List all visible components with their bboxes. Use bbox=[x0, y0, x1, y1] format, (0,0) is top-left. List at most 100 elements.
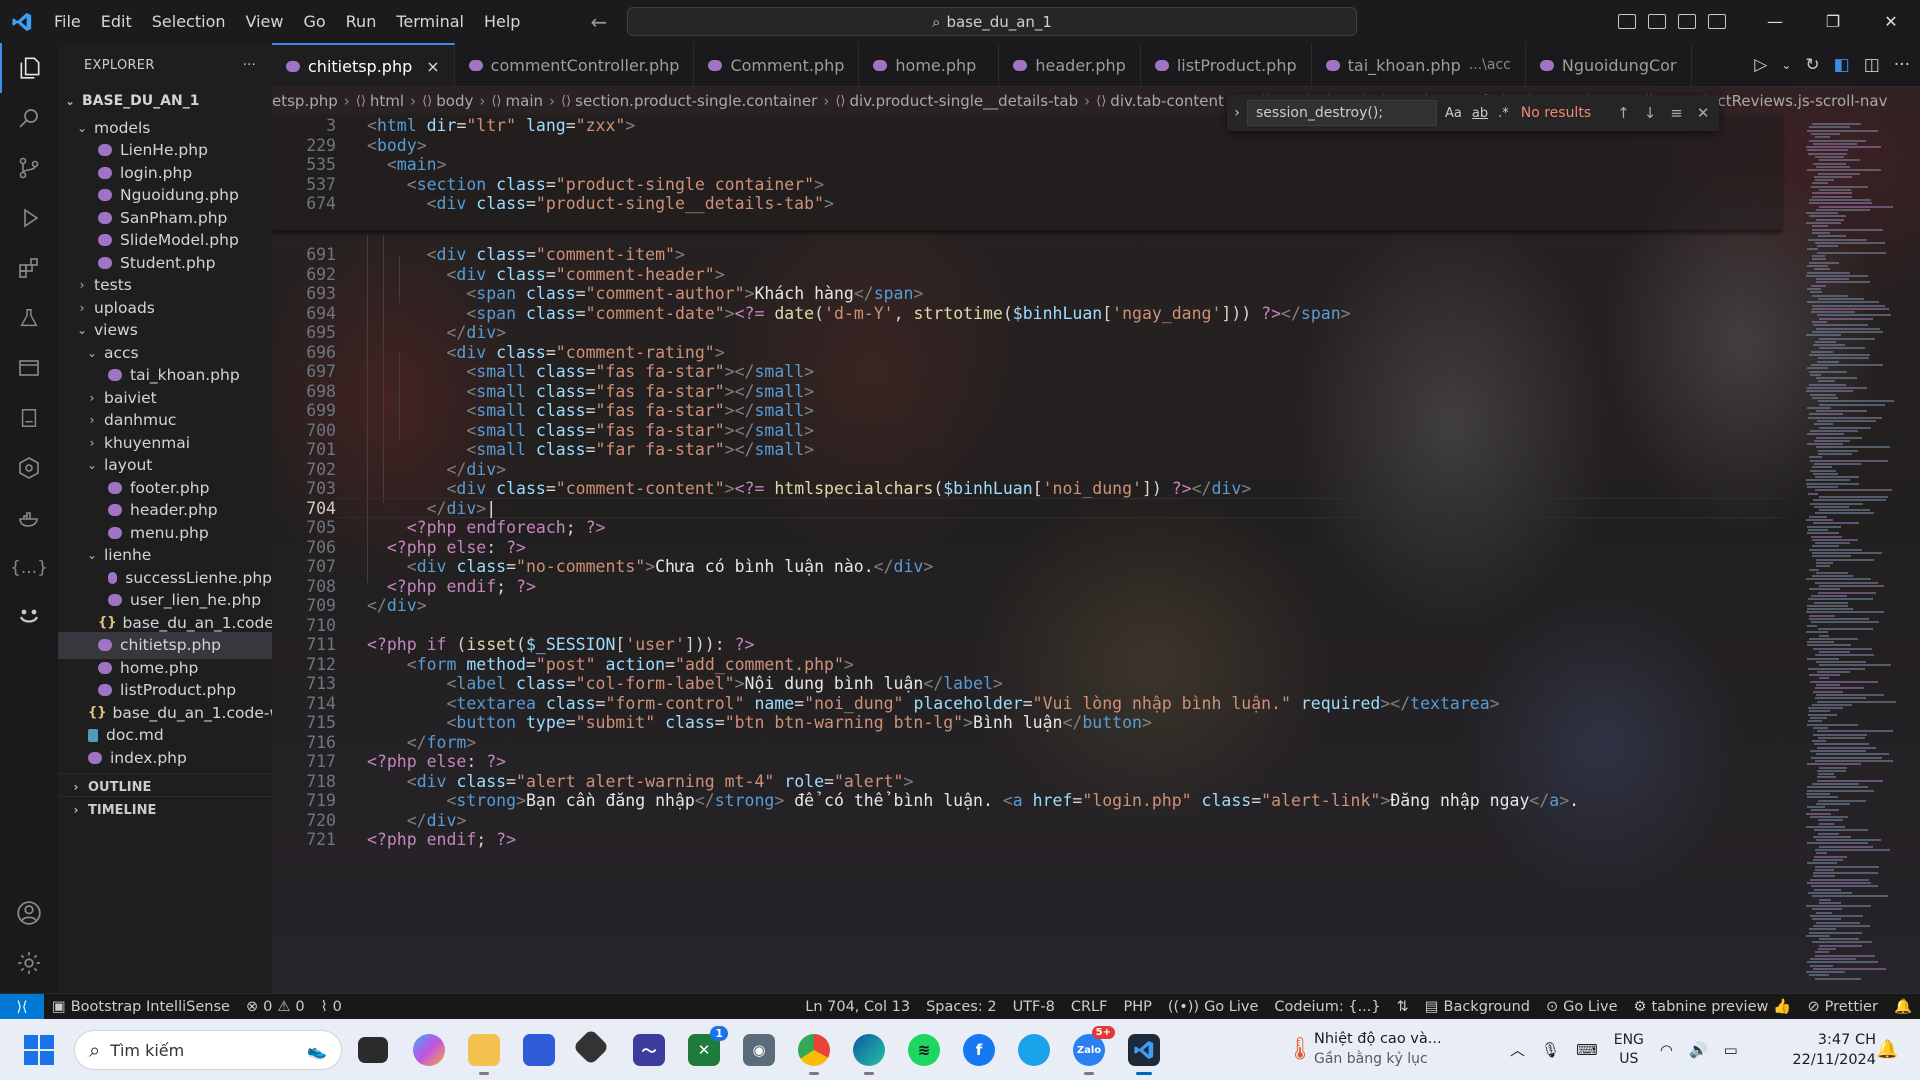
chevron-up-icon[interactable]: ︿ bbox=[1510, 1039, 1525, 1060]
account-icon[interactable] bbox=[0, 888, 58, 938]
microsoft-store-icon[interactable] bbox=[523, 1034, 555, 1066]
camera-icon[interactable]: ◉ bbox=[743, 1034, 775, 1066]
codeium-status[interactable]: Codeium: {...} bbox=[1266, 999, 1388, 1015]
menu-help[interactable]: Help bbox=[474, 0, 530, 43]
code-editor[interactable]: 691 <div class="comment-item"> 692 <div c… bbox=[272, 115, 1802, 993]
editor-tab[interactable]: header.php bbox=[999, 43, 1141, 87]
chat-bubble-icon[interactable] bbox=[1018, 1034, 1050, 1066]
run-debug-icon[interactable] bbox=[0, 193, 58, 243]
ports-status[interactable]: ⌇ 0 bbox=[313, 999, 350, 1015]
editor-tab[interactable]: chitietsp.php × bbox=[272, 43, 455, 87]
breadcrumb-item[interactable]: div.tab-content bbox=[1110, 92, 1224, 110]
bookmark-panel-icon[interactable] bbox=[0, 393, 58, 443]
breadcrumb-item[interactable]: etsp.php bbox=[272, 92, 338, 110]
menu-go[interactable]: Go bbox=[293, 0, 335, 43]
preview-icon[interactable]: ◧ bbox=[1834, 55, 1850, 75]
prettier-status[interactable]: ⊘ Prettier bbox=[1799, 999, 1886, 1015]
copilot-icon[interactable] bbox=[413, 1034, 445, 1066]
menu-run[interactable]: Run bbox=[336, 0, 387, 43]
close-icon[interactable]: × bbox=[426, 57, 439, 76]
microphone-icon[interactable]: 🎙 bbox=[1541, 1041, 1560, 1059]
thermometer-icon[interactable]: 🌡 bbox=[1286, 1037, 1314, 1062]
problems-status[interactable]: ⊗ 0 ⚠ 0 bbox=[238, 999, 313, 1015]
clock[interactable]: 3:47 CH 22/11/2024 bbox=[1786, 1030, 1876, 1070]
match-whole-word-icon[interactable]: ab bbox=[1472, 106, 1488, 121]
file-explorer-icon[interactable] bbox=[468, 1034, 500, 1075]
zalo-icon[interactable]: Zalo 5+ bbox=[1073, 1026, 1115, 1075]
weather-widget[interactable]: Nhiệt độ cao và... Gần bằng kỷ lục bbox=[1314, 1029, 1442, 1069]
extensions-icon[interactable] bbox=[0, 243, 58, 293]
editor-tab[interactable]: listProduct.php bbox=[1141, 43, 1312, 87]
menu-view[interactable]: View bbox=[236, 0, 294, 43]
next-match-icon[interactable]: ↓ bbox=[1644, 104, 1657, 122]
previous-match-icon[interactable]: ↑ bbox=[1617, 104, 1630, 122]
go-live-button[interactable]: ((•)) Go Live bbox=[1160, 999, 1267, 1015]
tabnine-status[interactable]: ⚙ tabnine preview 👍 bbox=[1626, 998, 1800, 1016]
go-live-button-2[interactable]: ⊙ Go Live bbox=[1538, 999, 1625, 1015]
language-indicator[interactable]: ENG US bbox=[1614, 1031, 1644, 1069]
chrome-icon[interactable] bbox=[798, 1034, 830, 1075]
bootstrap-intellisense-status[interactable]: ▣ Bootstrap IntelliSense bbox=[44, 999, 238, 1015]
breadcrumb-item[interactable]: body bbox=[436, 92, 473, 110]
timeline-section[interactable]: › TIMELINE bbox=[58, 796, 272, 823]
breadcrumb-item[interactable]: section.product-single.container bbox=[575, 92, 817, 110]
command-center-search[interactable]: ⌕ base_du_an_1 bbox=[627, 7, 1357, 36]
facebook-icon[interactable]: f bbox=[963, 1034, 995, 1066]
breadcrumb-item[interactable]: main bbox=[506, 92, 543, 110]
sticky-scroll[interactable]: 3 <html dir="ltr" lang="zxx"> 229 <body> 535… bbox=[272, 115, 1782, 230]
menu-edit[interactable]: Edit bbox=[91, 0, 142, 43]
background-toggle[interactable]: ▤ Background bbox=[1417, 999, 1538, 1015]
language-mode[interactable]: PHP bbox=[1115, 999, 1159, 1015]
menu-terminal[interactable]: Terminal bbox=[386, 0, 474, 43]
menu-file[interactable]: File bbox=[44, 0, 91, 43]
find-in-selection-icon[interactable]: ≡ bbox=[1670, 104, 1683, 122]
editor-tab[interactable]: home.php bbox=[859, 43, 1000, 87]
source-control-icon[interactable] bbox=[0, 143, 58, 193]
remote-explorer-icon[interactable] bbox=[0, 343, 58, 393]
cursor-position[interactable]: Ln 704, Col 13 bbox=[797, 999, 918, 1015]
toggle-secondary-sidebar-icon[interactable] bbox=[1678, 14, 1696, 29]
editor-tab[interactable]: tai_khoan.php ...\acc bbox=[1312, 43, 1526, 87]
unity-icon[interactable] bbox=[572, 1028, 610, 1066]
visual-studio-icon[interactable]: 〜 bbox=[633, 1034, 665, 1066]
spotify-icon[interactable]: ≋ bbox=[908, 1034, 940, 1066]
json-braces-icon[interactable]: {...} bbox=[0, 543, 58, 593]
close-window-icon[interactable]: ✕ bbox=[1862, 0, 1920, 43]
remote-indicator-icon[interactable]: ⟩⟨ bbox=[0, 993, 44, 1020]
match-case-icon[interactable]: Aa bbox=[1445, 106, 1462, 121]
minimize-icon[interactable]: — bbox=[1746, 0, 1804, 43]
editor-tab[interactable]: NguoidungCor bbox=[1526, 43, 1692, 87]
smiley-face-icon[interactable] bbox=[0, 593, 58, 643]
minimap[interactable] bbox=[1802, 115, 1920, 993]
settings-gear-icon[interactable] bbox=[0, 938, 58, 988]
customize-layout-icon[interactable] bbox=[1708, 14, 1726, 29]
run-file-icon[interactable]: ▷ bbox=[1754, 55, 1767, 75]
testing-flask-icon[interactable] bbox=[0, 293, 58, 343]
more-actions-icon[interactable]: ··· bbox=[243, 58, 256, 73]
restore-icon[interactable]: ❐ bbox=[1804, 0, 1862, 43]
gitlens-icon[interactable] bbox=[0, 443, 58, 493]
workspace-root[interactable]: ⌄ BASE_DU_AN_1 bbox=[58, 87, 272, 114]
editor-tab[interactable]: commentController.php bbox=[455, 43, 695, 87]
notifications-bell-icon[interactable]: 🔔 bbox=[1886, 998, 1920, 1015]
wifi-icon[interactable]: ◠ bbox=[1660, 1041, 1673, 1059]
xbox-icon[interactable]: ✕ 1 bbox=[688, 1026, 728, 1066]
windows-start-icon[interactable] bbox=[24, 1035, 54, 1065]
toggle-panel-icon[interactable] bbox=[1648, 14, 1666, 29]
breadcrumb-item[interactable]: html bbox=[370, 92, 404, 110]
open-changes-icon[interactable]: ↻ bbox=[1805, 55, 1819, 75]
toggle-replace-icon[interactable]: › bbox=[1227, 105, 1247, 121]
sync-icon[interactable]: ⇅ bbox=[1389, 999, 1417, 1015]
battery-icon[interactable]: ▭ bbox=[1724, 1041, 1738, 1059]
encoding-status[interactable]: UTF-8 bbox=[1005, 999, 1063, 1015]
more-actions-icon[interactable]: ··· bbox=[1894, 55, 1910, 75]
file-item[interactable]: index.php bbox=[58, 744, 272, 771]
notification-center-icon[interactable]: 🔔 bbox=[1876, 1039, 1898, 1060]
close-icon[interactable]: ✕ bbox=[1697, 104, 1710, 122]
toggle-primary-sidebar-icon[interactable] bbox=[1618, 14, 1636, 29]
docker-icon[interactable] bbox=[0, 493, 58, 543]
edge-icon[interactable] bbox=[853, 1034, 885, 1075]
indentation-status[interactable]: Spaces: 2 bbox=[918, 999, 1004, 1015]
task-view-icon[interactable] bbox=[358, 1037, 388, 1063]
explorer-icon[interactable] bbox=[0, 43, 58, 93]
